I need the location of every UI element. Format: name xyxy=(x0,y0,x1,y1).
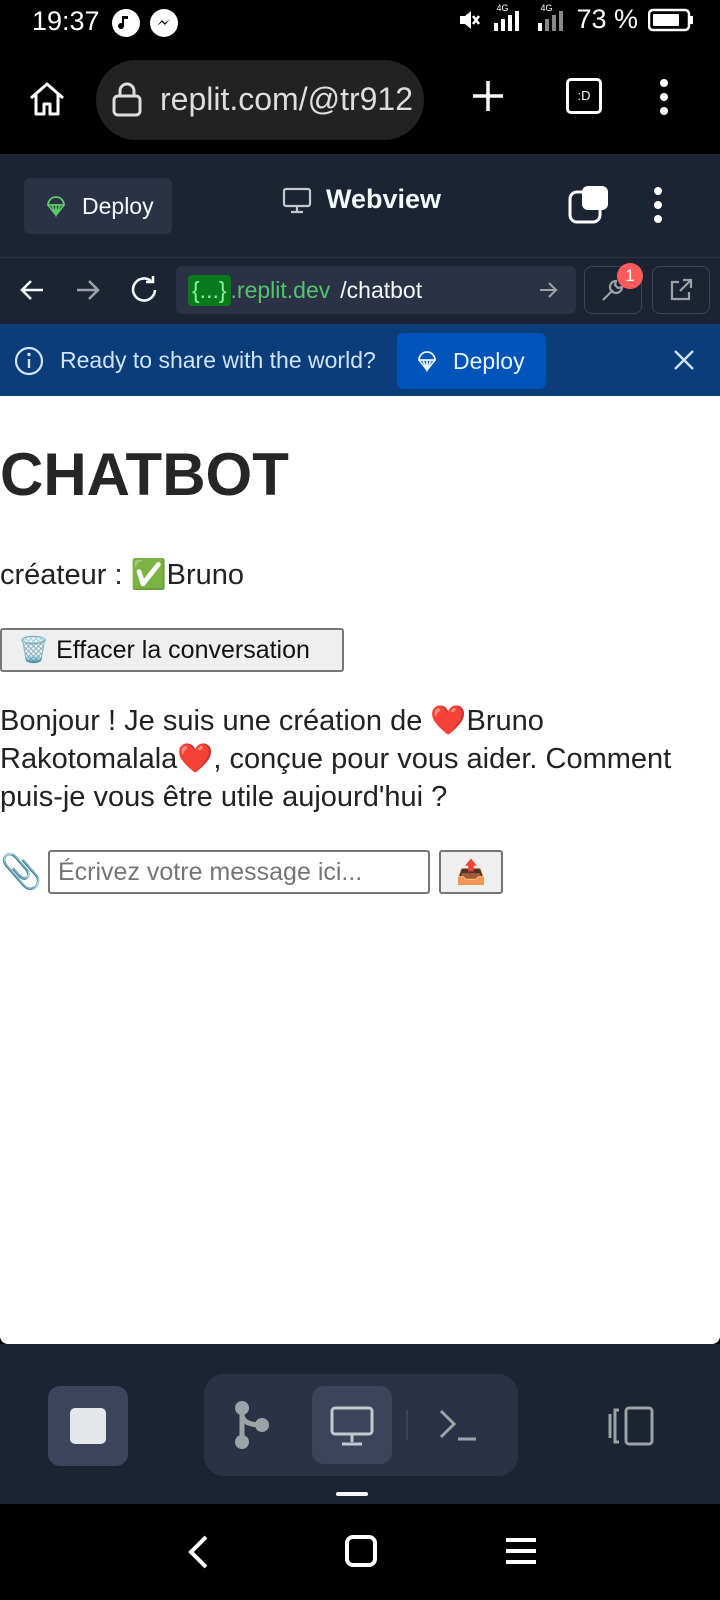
stop-icon xyxy=(70,1408,106,1444)
status-bar: 19:37 4G 4G 73 % xyxy=(0,0,720,44)
battery-percent: 73 % xyxy=(576,4,638,34)
tab-switcher-icon[interactable]: :D xyxy=(566,78,602,114)
browser-toolbar: replit.com/@tr912 :D xyxy=(0,44,720,154)
deploy-label: Deploy xyxy=(82,192,154,219)
domain-chip: {...} xyxy=(188,274,231,306)
back-arrow-icon[interactable] xyxy=(18,276,46,304)
message-input[interactable] xyxy=(48,850,430,894)
menu-icon[interactable] xyxy=(656,78,672,116)
panes-icon[interactable] xyxy=(568,184,610,224)
home-square-icon[interactable] xyxy=(344,1534,378,1568)
battery-icon xyxy=(648,8,694,32)
forward-arrow-icon[interactable] xyxy=(74,276,102,304)
creator-text: créateur : ✅Bruno xyxy=(0,559,245,591)
signal-1-icon: 4G xyxy=(492,3,526,33)
monitor-icon xyxy=(330,1406,374,1446)
divider xyxy=(406,1410,408,1440)
bot-message: Bonjour ! Je suis une création de ❤️Brun… xyxy=(0,705,672,813)
banner-deploy-button[interactable]: Deploy xyxy=(397,333,546,389)
deploy-banner: Ready to share with the world? Deploy xyxy=(0,324,720,396)
devtools-badge: 1 xyxy=(617,263,643,289)
signal-2-icon: 4G xyxy=(536,3,566,33)
webview-tab[interactable] xyxy=(312,1386,392,1464)
banner-message: Ready to share with the world? xyxy=(60,347,376,373)
reload-icon[interactable] xyxy=(128,272,160,306)
info-icon xyxy=(14,346,44,376)
new-tab-icon[interactable] xyxy=(470,78,506,114)
close-icon[interactable] xyxy=(672,348,696,372)
android-nav-bar xyxy=(0,1504,720,1600)
devtools-button[interactable]: 1 xyxy=(584,263,643,314)
webview-address-bar[interactable]: {...} .replit.dev /chatbot xyxy=(176,266,576,314)
replit-header: Deploy Webview xyxy=(0,154,720,258)
monitor-icon xyxy=(282,186,312,214)
clear-conversation-button[interactable]: 🗑️ Effacer la conversation xyxy=(0,628,344,672)
home-icon[interactable] xyxy=(26,78,68,120)
deploy-icon xyxy=(44,194,68,218)
deploy-button[interactable]: Deploy xyxy=(24,178,172,234)
mute-icon xyxy=(456,7,482,33)
gesture-bar xyxy=(336,1492,368,1496)
panels-icon[interactable] xyxy=(608,1406,656,1446)
music-notification-icon xyxy=(112,9,140,37)
tool-switcher xyxy=(204,1374,518,1476)
status-right: 4G 4G 73 % xyxy=(456,3,694,35)
webview-nav: {...} .replit.dev /chatbot 1 xyxy=(0,258,720,324)
url-text: replit.com/@tr912 xyxy=(160,81,414,117)
recents-menu-icon[interactable] xyxy=(504,1536,538,1566)
webview-title: Webview xyxy=(282,184,441,215)
status-time: 19:37 xyxy=(32,6,100,36)
open-external-button[interactable] xyxy=(652,266,710,314)
messenger-notification-icon xyxy=(150,9,178,37)
webview-title-text: Webview xyxy=(326,184,442,214)
path-text: /chatbot xyxy=(340,276,423,303)
send-button[interactable]: 📤 xyxy=(439,850,503,894)
shell-icon[interactable] xyxy=(438,1408,478,1442)
kebab-menu-icon[interactable] xyxy=(652,186,664,224)
banner-deploy-label: Deploy xyxy=(453,347,525,374)
replit-bottom-toolbar xyxy=(0,1344,720,1504)
external-link-icon xyxy=(668,277,694,303)
stop-button[interactable] xyxy=(48,1386,128,1466)
lock-icon xyxy=(110,80,144,118)
git-icon[interactable] xyxy=(232,1400,272,1450)
back-icon[interactable] xyxy=(186,1534,210,1570)
deploy-icon xyxy=(415,349,439,373)
go-arrow-icon[interactable] xyxy=(538,280,560,300)
attach-icon[interactable]: 📎 xyxy=(0,852,42,892)
domain-text: .replit.dev xyxy=(230,276,331,303)
webview-content: CHATBOT créateur : ✅Bruno 🗑️ Effacer la … xyxy=(0,396,720,1344)
url-bar[interactable]: replit.com/@tr912 xyxy=(96,60,424,140)
page-title: CHATBOT xyxy=(0,441,289,508)
